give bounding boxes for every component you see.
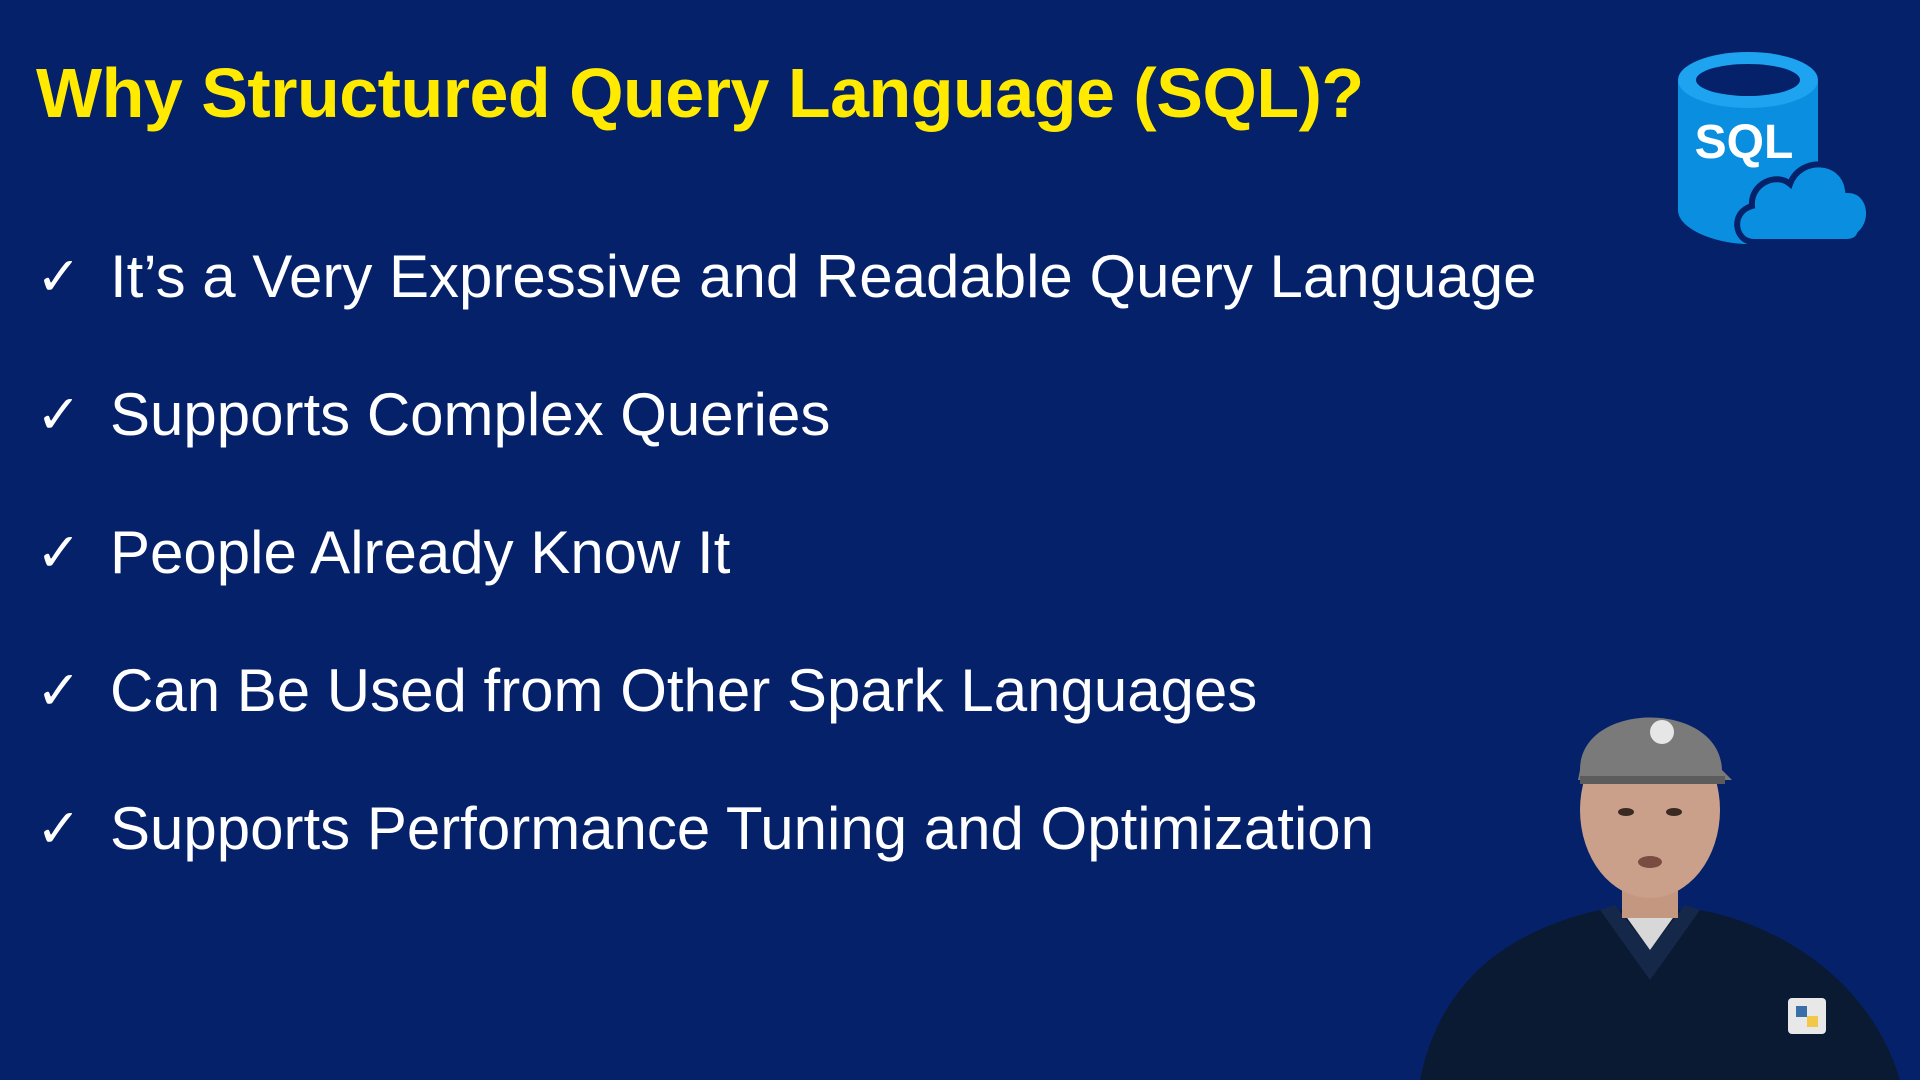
bullet-item: ✓ People Already Know It [36,508,1536,596]
bullet-list: ✓ It’s a Very Expressive and Readable Qu… [36,232,1536,922]
sql-logo-label: SQL [1695,116,1794,169]
bullet-item: ✓ Can Be Used from Other Spark Languages [36,646,1536,734]
bullet-item: ✓ Supports Performance Tuning and Optimi… [36,784,1536,872]
bullet-text: People Already Know It [110,518,731,586]
checkmark-icon: ✓ [36,384,82,445]
checkmark-icon: ✓ [36,246,82,307]
bullet-item: ✓ It’s a Very Expressive and Readable Qu… [36,232,1536,320]
slide-title: Why Structured Query Language (SQL)? [36,54,1364,132]
checkmark-icon: ✓ [36,798,82,859]
slide: Why Structured Query Language (SQL)? ✓ I… [0,0,1920,1080]
bullet-text: It’s a Very Expressive and Readable Quer… [110,242,1537,310]
sql-database-cloud-icon: SQL [1678,52,1872,245]
checkmark-icon: ✓ [36,522,82,583]
presenter-video-overlay [1420,717,1900,1080]
checkmark-icon: ✓ [36,660,82,721]
bullet-text: Supports Complex Queries [110,380,831,448]
bullet-item: ✓ Supports Complex Queries [36,370,1536,458]
bullet-text: Can Be Used from Other Spark Languages [110,656,1258,724]
bullet-text: Supports Performance Tuning and Optimiza… [110,794,1375,862]
